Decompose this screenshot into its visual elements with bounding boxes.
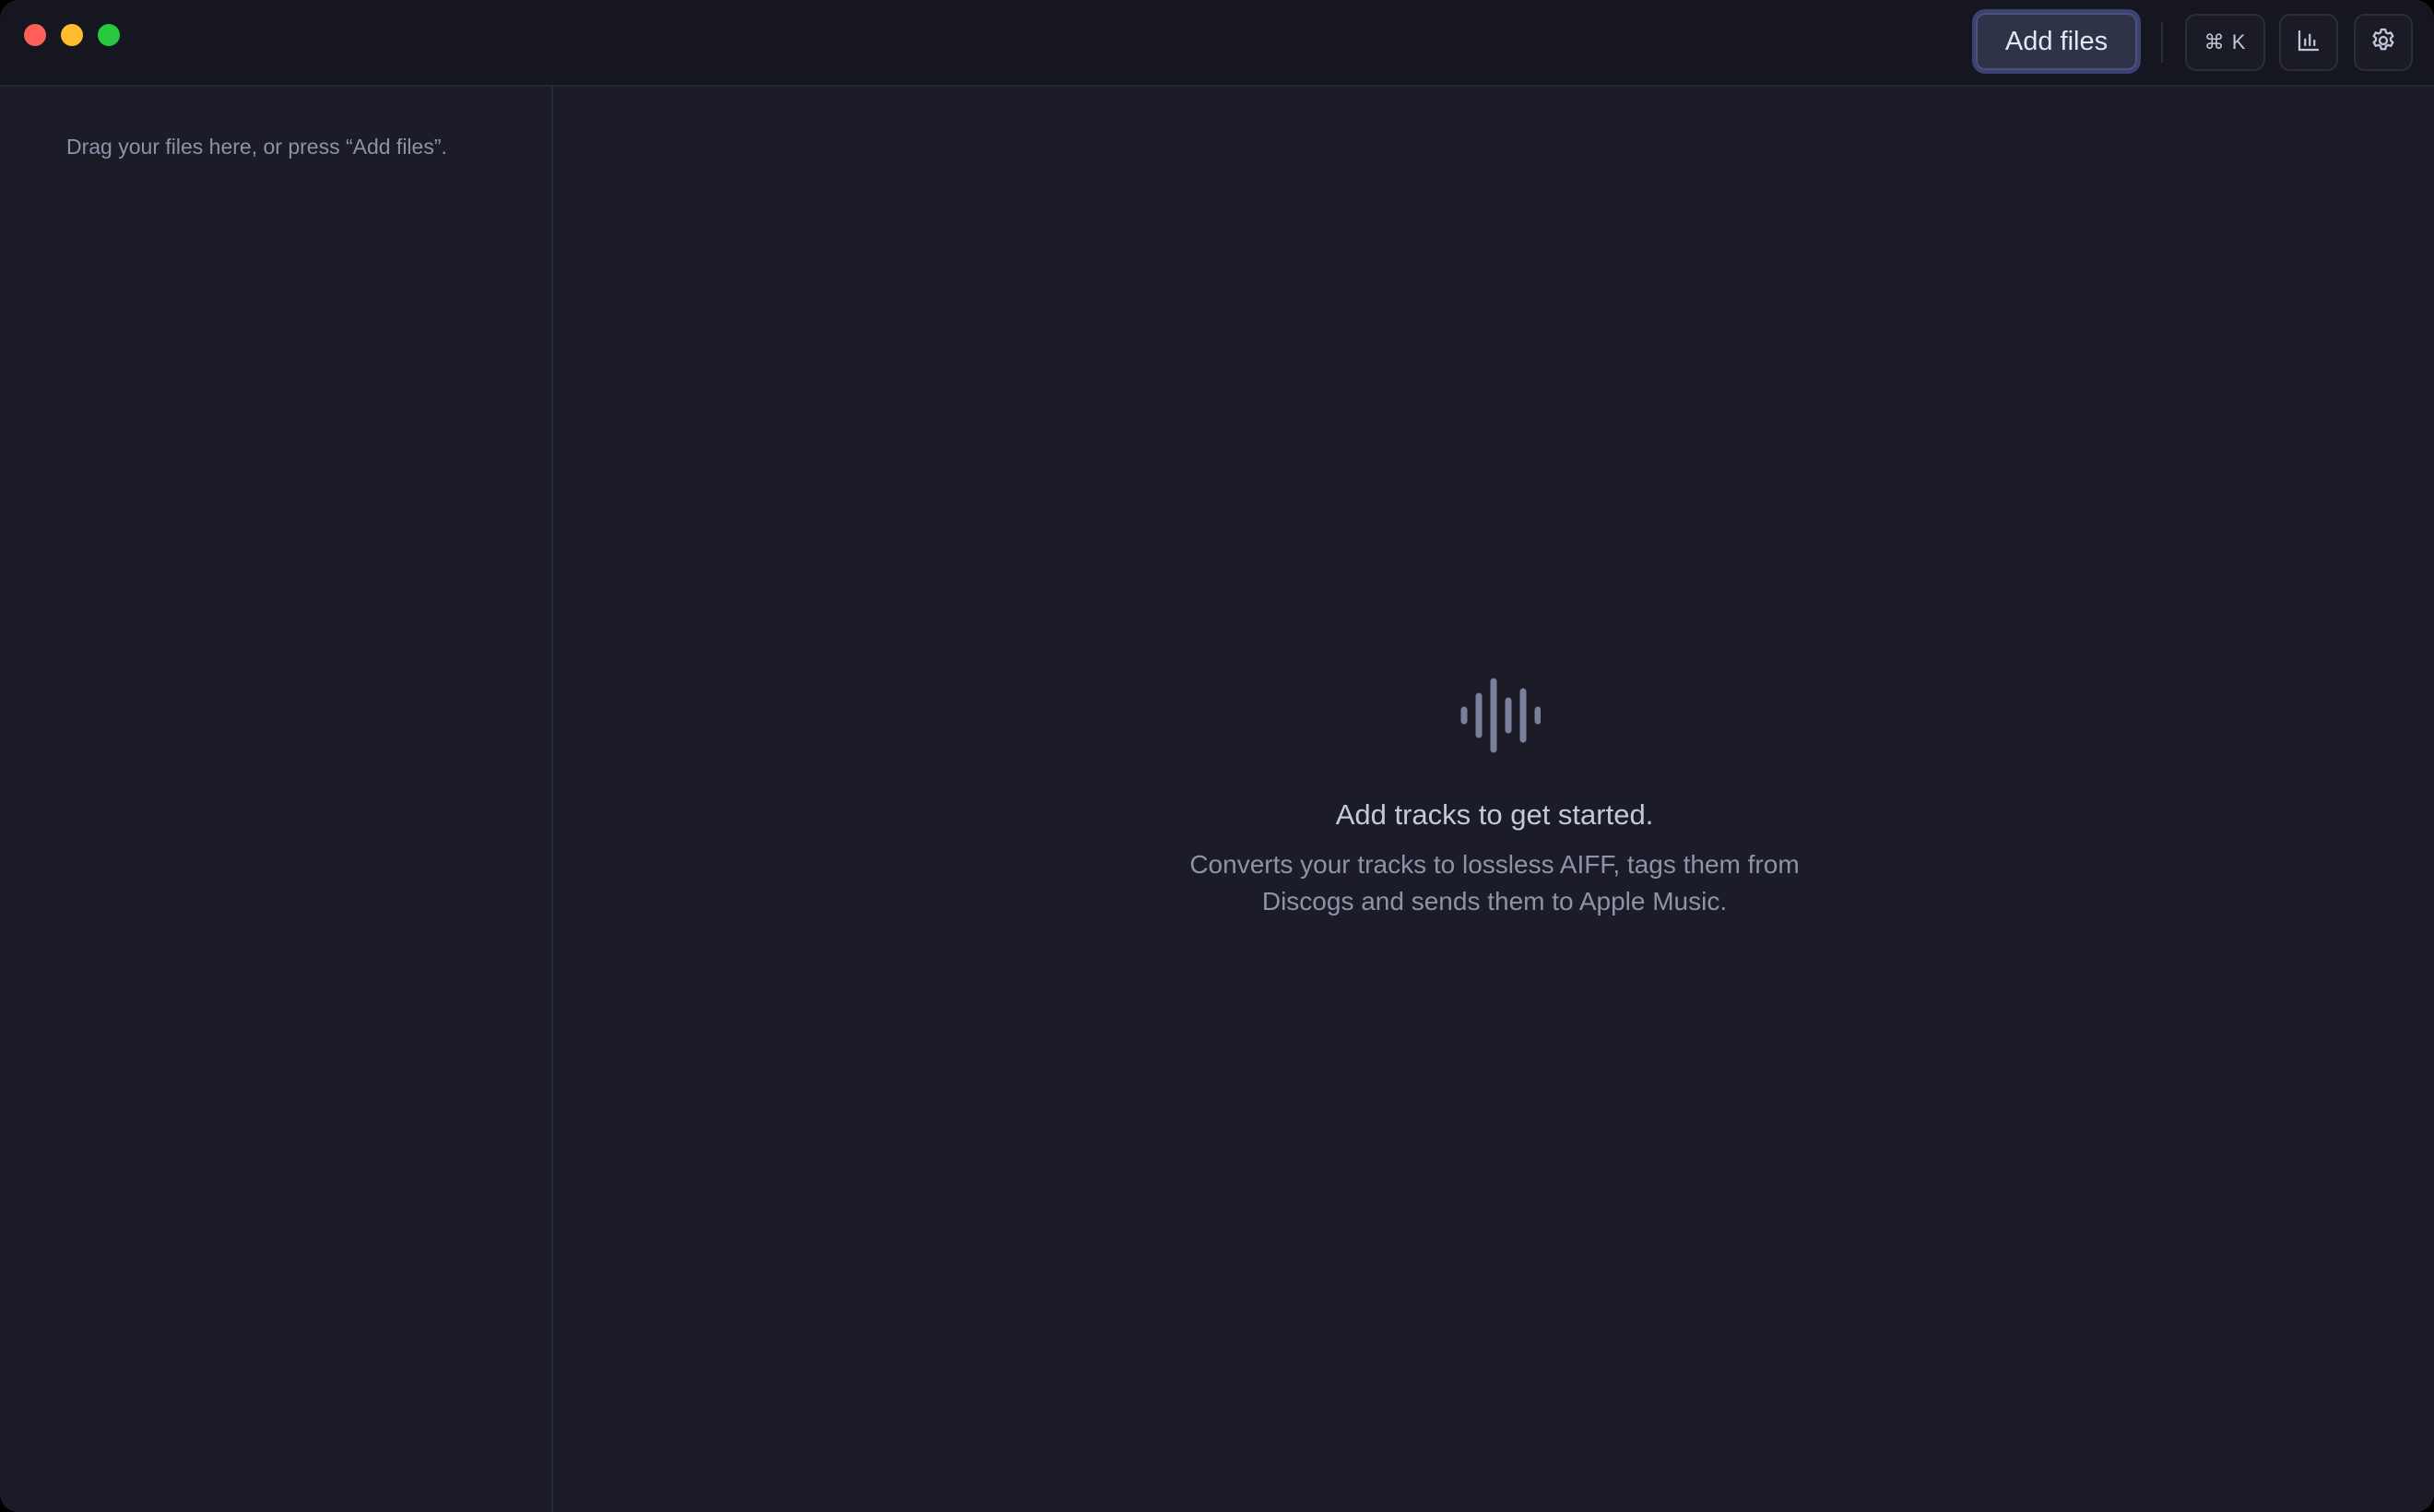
waveform-icon	[1460, 678, 1541, 753]
empty-state-title: Add tracks to get started.	[1335, 798, 1654, 831]
add-files-button[interactable]: Add files	[1972, 9, 2141, 74]
sidebar[interactable]: Drag your files here, or press “Add file…	[0, 87, 553, 1512]
title-bar: Add files ⌘ K	[0, 0, 2434, 87]
gear-icon	[2369, 26, 2398, 60]
settings-button[interactable]	[2354, 14, 2413, 71]
empty-state-subtitle: Converts your tracks to lossless AIFF, t…	[1189, 850, 1800, 915]
drop-hint-text: Drag your files here, or press “Add file…	[66, 135, 447, 159]
main-content[interactable]: Add tracks to get started. Converts your…	[555, 87, 2434, 1512]
chart-icon	[2295, 27, 2322, 59]
statistics-button[interactable]	[2279, 14, 2338, 71]
empty-state: Add tracks to get started. Converts your…	[555, 677, 2434, 920]
command-palette-button[interactable]: ⌘ K	[2185, 14, 2265, 71]
maximize-window-button[interactable]	[98, 24, 120, 46]
app-window: Add files ⌘ K Drag your files here, or p…	[0, 0, 2434, 1512]
toolbar-divider	[2161, 22, 2163, 63]
close-window-button[interactable]	[24, 24, 46, 46]
minimize-window-button[interactable]	[61, 24, 83, 46]
shortcut-label: ⌘ K	[2204, 30, 2247, 53]
